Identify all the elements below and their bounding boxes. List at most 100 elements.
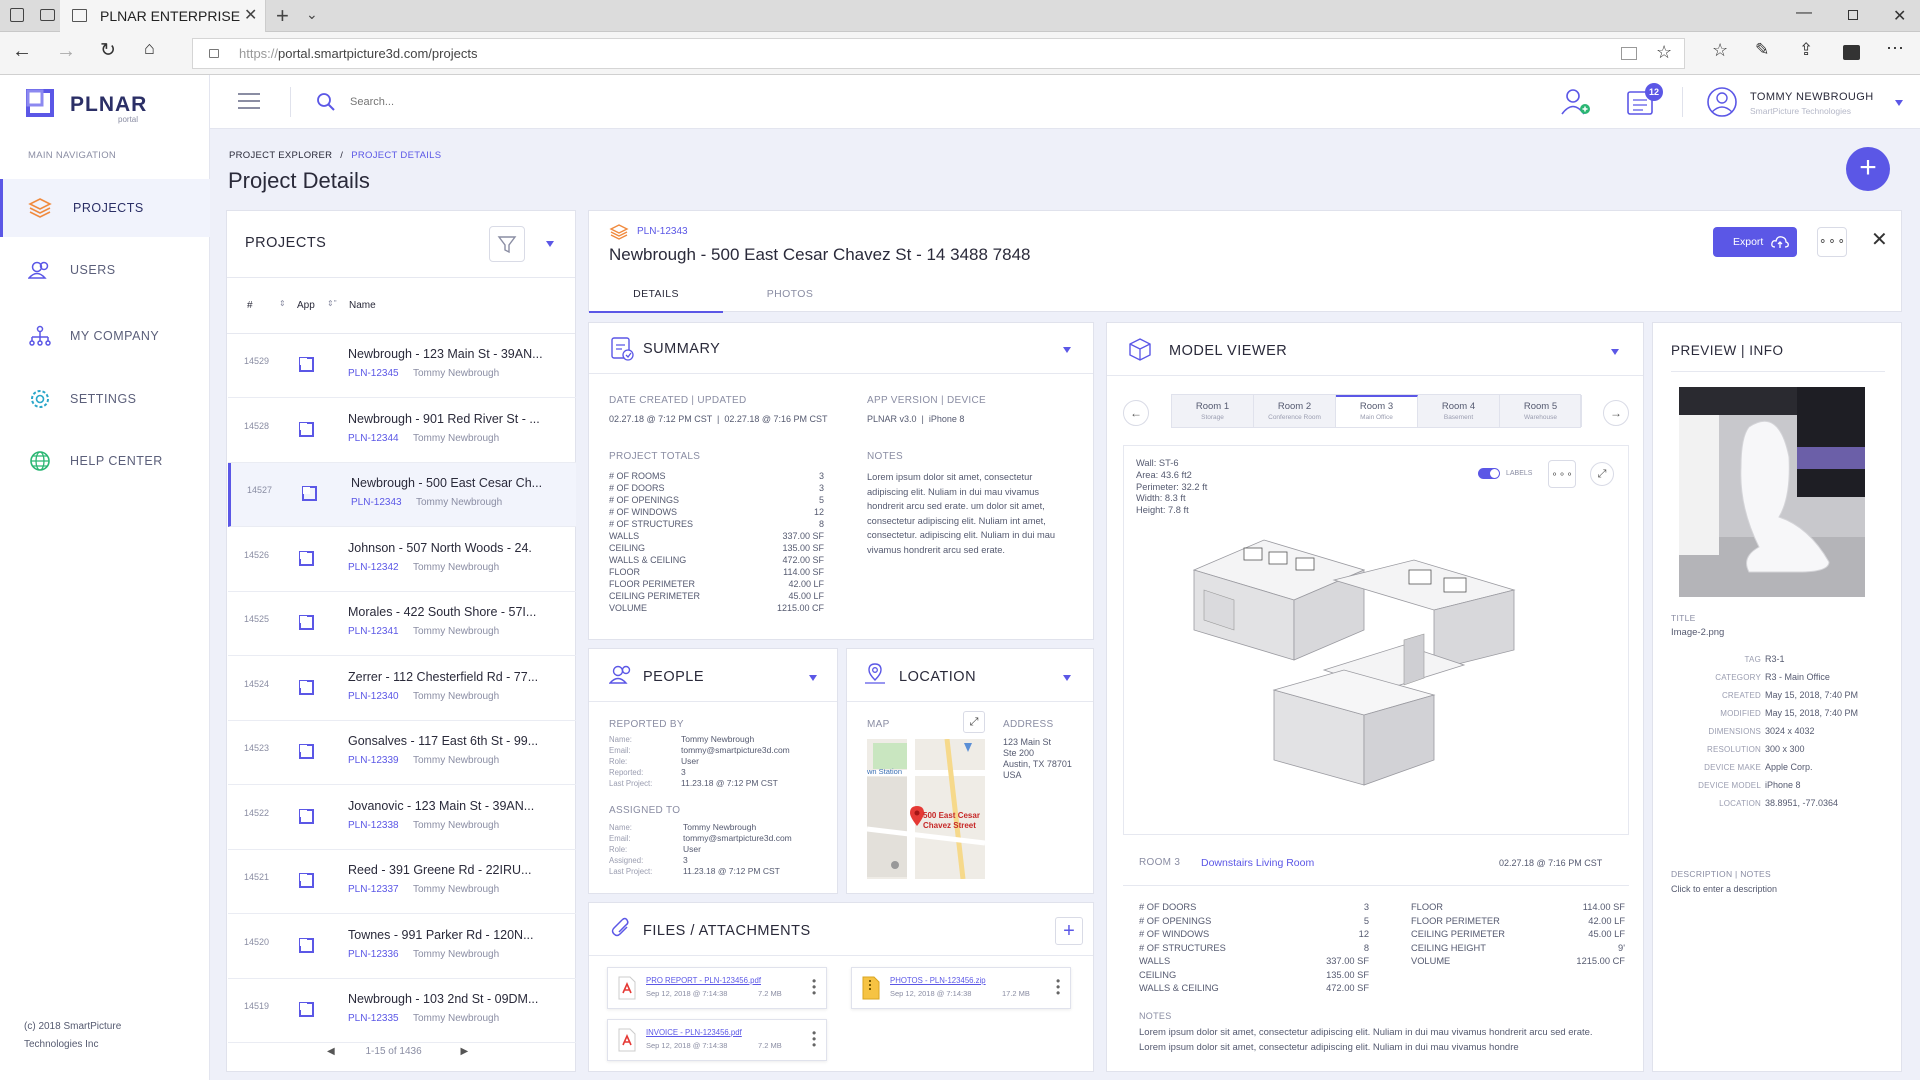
file-name[interactable]: PRO REPORT - PLN-123456.pdf: [646, 976, 761, 985]
row-code[interactable]: PLN-12340: [348, 691, 399, 702]
file-menu-icon[interactable]: • • •: [812, 1027, 818, 1051]
file-card[interactable]: INVOICE - PLN-123456.pdf Sep 12, 2018 @ 7…: [607, 1019, 827, 1061]
row-code[interactable]: PLN-12343: [351, 497, 402, 508]
room-name[interactable]: Downstairs Living Room: [1201, 857, 1314, 869]
row-code[interactable]: PLN-12336: [348, 949, 399, 960]
row-code[interactable]: PLN-12339: [348, 755, 399, 766]
sort-icon[interactable]: ⇕": [327, 299, 337, 308]
search-icon[interactable]: [316, 92, 336, 112]
row-code[interactable]: PLN-12342: [348, 562, 399, 573]
favorites-icon[interactable]: ☆: [1712, 40, 1728, 61]
table-row[interactable]: 14528 Newbrough - 901 Red River St - ... P…: [228, 399, 576, 463]
expand-model-button[interactable]: ⤢: [1590, 462, 1614, 486]
browser-tab[interactable]: PLNAR ENTERPRISE ✕: [60, 0, 266, 32]
prev-page-icon[interactable]: ◀: [327, 1046, 335, 1057]
file-name[interactable]: PHOTOS - PLN-123456.zip: [890, 976, 986, 985]
row-code[interactable]: PLN-12337: [348, 884, 399, 895]
summary-collapse-chevron-icon[interactable]: [1063, 347, 1071, 353]
sidebar-item-settings[interactable]: SETTINGS: [0, 370, 210, 428]
file-menu-icon[interactable]: • • •: [1056, 975, 1062, 999]
model-options-button[interactable]: ⚬⚬⚬: [1548, 460, 1576, 488]
more-menu-icon[interactable]: ⋯: [1886, 38, 1904, 59]
maximize-icon[interactable]: [1848, 10, 1858, 20]
table-row[interactable]: 14529 Newbrough - 123 Main St - 39AN... PL…: [228, 334, 576, 398]
add-fab-button[interactable]: +: [1846, 147, 1890, 191]
people-collapse-chevron-icon[interactable]: [809, 675, 817, 681]
file-menu-icon[interactable]: • • •: [812, 975, 818, 999]
row-code[interactable]: PLN-12344: [348, 433, 399, 444]
filter-button[interactable]: [489, 226, 525, 262]
sidebar-item-projects[interactable]: PROJECTS: [0, 179, 210, 237]
column-header-app[interactable]: App: [297, 300, 315, 311]
table-row[interactable]: 14525 Morales - 422 South Shore - 57I... P…: [228, 592, 576, 656]
new-tab-icon[interactable]: +: [276, 3, 289, 29]
model-canvas[interactable]: Wall: ST-6 Area: 43.6 ft2 Perimeter: 32.…: [1123, 445, 1629, 835]
preview-image[interactable]: [1679, 387, 1865, 597]
table-row[interactable]: 14520 Townes - 991 Parker Rd - 120N... PLN…: [228, 915, 576, 979]
room-tab-2[interactable]: Room 2 Conference Room: [1254, 395, 1336, 427]
close-window-icon[interactable]: ✕: [1893, 6, 1906, 26]
url-box[interactable]: https://portal.smartpicture3d.com/projec…: [192, 38, 1685, 69]
next-page-icon[interactable]: ▶: [460, 1046, 468, 1057]
map-thumbnail[interactable]: wn Station 500 East Cesar Chavez Street: [867, 739, 985, 879]
reading-view-icon[interactable]: [1621, 47, 1637, 60]
table-row[interactable]: 14524 Zerrer - 112 Chesterfield Rd - 77..…: [228, 657, 576, 721]
add-file-button[interactable]: +: [1055, 917, 1083, 945]
room-tab-3[interactable]: Room 3 Main Office: [1336, 395, 1418, 427]
table-row[interactable]: 14521 Reed - 391 Greene Rd - 22IRU... PLN-…: [228, 850, 576, 914]
close-tab-icon[interactable]: ✕: [244, 0, 257, 32]
projects-dropdown-chevron-icon[interactable]: [546, 241, 554, 247]
forward-icon[interactable]: →: [56, 40, 76, 63]
table-row[interactable]: 14519 Newbrough - 103 2nd St - 09DM... PLN…: [228, 979, 576, 1043]
labels-toggle[interactable]: [1478, 468, 1500, 479]
prev-room-button[interactable]: ←: [1123, 400, 1149, 426]
next-room-button[interactable]: →: [1603, 400, 1629, 426]
close-detail-icon[interactable]: ✕: [1871, 227, 1888, 252]
column-header-name[interactable]: Name: [349, 300, 376, 311]
location-collapse-chevron-icon[interactable]: [1063, 675, 1071, 681]
back-icon[interactable]: ←: [12, 40, 32, 63]
share-icon[interactable]: ⇪: [1799, 40, 1813, 60]
tab-details[interactable]: DETAILS: [589, 277, 723, 313]
row-code[interactable]: PLN-12345: [348, 368, 399, 379]
search-input[interactable]: [350, 90, 650, 114]
tab-photos[interactable]: PHOTOS: [723, 277, 857, 313]
minimize-icon[interactable]: —: [1796, 4, 1812, 22]
file-card[interactable]: PRO REPORT - PLN-123456.pdf Sep 12, 2018 …: [607, 967, 827, 1009]
room-tab-1[interactable]: Room 1 Storage: [1172, 395, 1254, 427]
file-name[interactable]: INVOICE - PLN-123456.pdf: [646, 1028, 742, 1037]
user-menu-chevron-icon[interactable]: [1895, 100, 1903, 106]
add-user-icon[interactable]: [1560, 87, 1592, 117]
sidebar-item-my-company[interactable]: MY COMPANY: [0, 307, 210, 365]
breadcrumb-root[interactable]: PROJECT EXPLORER: [229, 150, 332, 161]
row-code[interactable]: PLN-12341: [348, 626, 399, 637]
sidebar-item-help-center[interactable]: HELP CENTER: [0, 432, 210, 490]
refresh-icon[interactable]: ↻: [100, 39, 116, 62]
more-options-button[interactable]: ⚬⚬⚬: [1817, 227, 1847, 257]
column-header-num[interactable]: #: [247, 300, 253, 311]
favorite-star-icon[interactable]: ☆: [1656, 42, 1672, 63]
tab-actions-icon[interactable]: [10, 8, 24, 22]
sidebar-item-users[interactable]: USERS: [0, 241, 210, 299]
table-row[interactable]: 14527 Newbrough - 500 East Cesar Ch... PLN…: [228, 463, 576, 527]
extension-icon[interactable]: [1843, 45, 1860, 60]
sort-icon[interactable]: ⇕: [279, 299, 286, 308]
table-row[interactable]: 14522 Jovanovic - 123 Main St - 39AN... PL…: [228, 786, 576, 850]
home-icon[interactable]: ⌂: [144, 38, 155, 59]
export-button[interactable]: Export: [1713, 227, 1797, 257]
project-code[interactable]: PLN-12343: [637, 226, 688, 237]
description-value[interactable]: Click to enter a description: [1671, 883, 1777, 895]
table-row[interactable]: 14523 Gonsalves - 117 East 6th St - 99...…: [228, 721, 576, 785]
row-code[interactable]: PLN-12335: [348, 1013, 399, 1024]
file-card[interactable]: PHOTOS - PLN-123456.zip Sep 12, 2018 @ 7:…: [851, 967, 1071, 1009]
tab-list-icon[interactable]: ⌄: [306, 6, 318, 23]
table-row[interactable]: 14526 Johnson - 507 North Woods - 24. PLN-…: [228, 528, 576, 592]
expand-map-button[interactable]: ⤢: [963, 711, 985, 733]
row-code[interactable]: PLN-12338: [348, 820, 399, 831]
avatar[interactable]: [1706, 86, 1738, 118]
tab-back-icon[interactable]: [40, 9, 55, 21]
room-tab-4[interactable]: Room 4 Basement: [1418, 395, 1500, 427]
room-tab-5[interactable]: Room 5 Warehouse: [1500, 395, 1582, 427]
pen-icon[interactable]: ✎: [1755, 40, 1769, 60]
hamburger-menu-icon[interactable]: [238, 93, 260, 109]
